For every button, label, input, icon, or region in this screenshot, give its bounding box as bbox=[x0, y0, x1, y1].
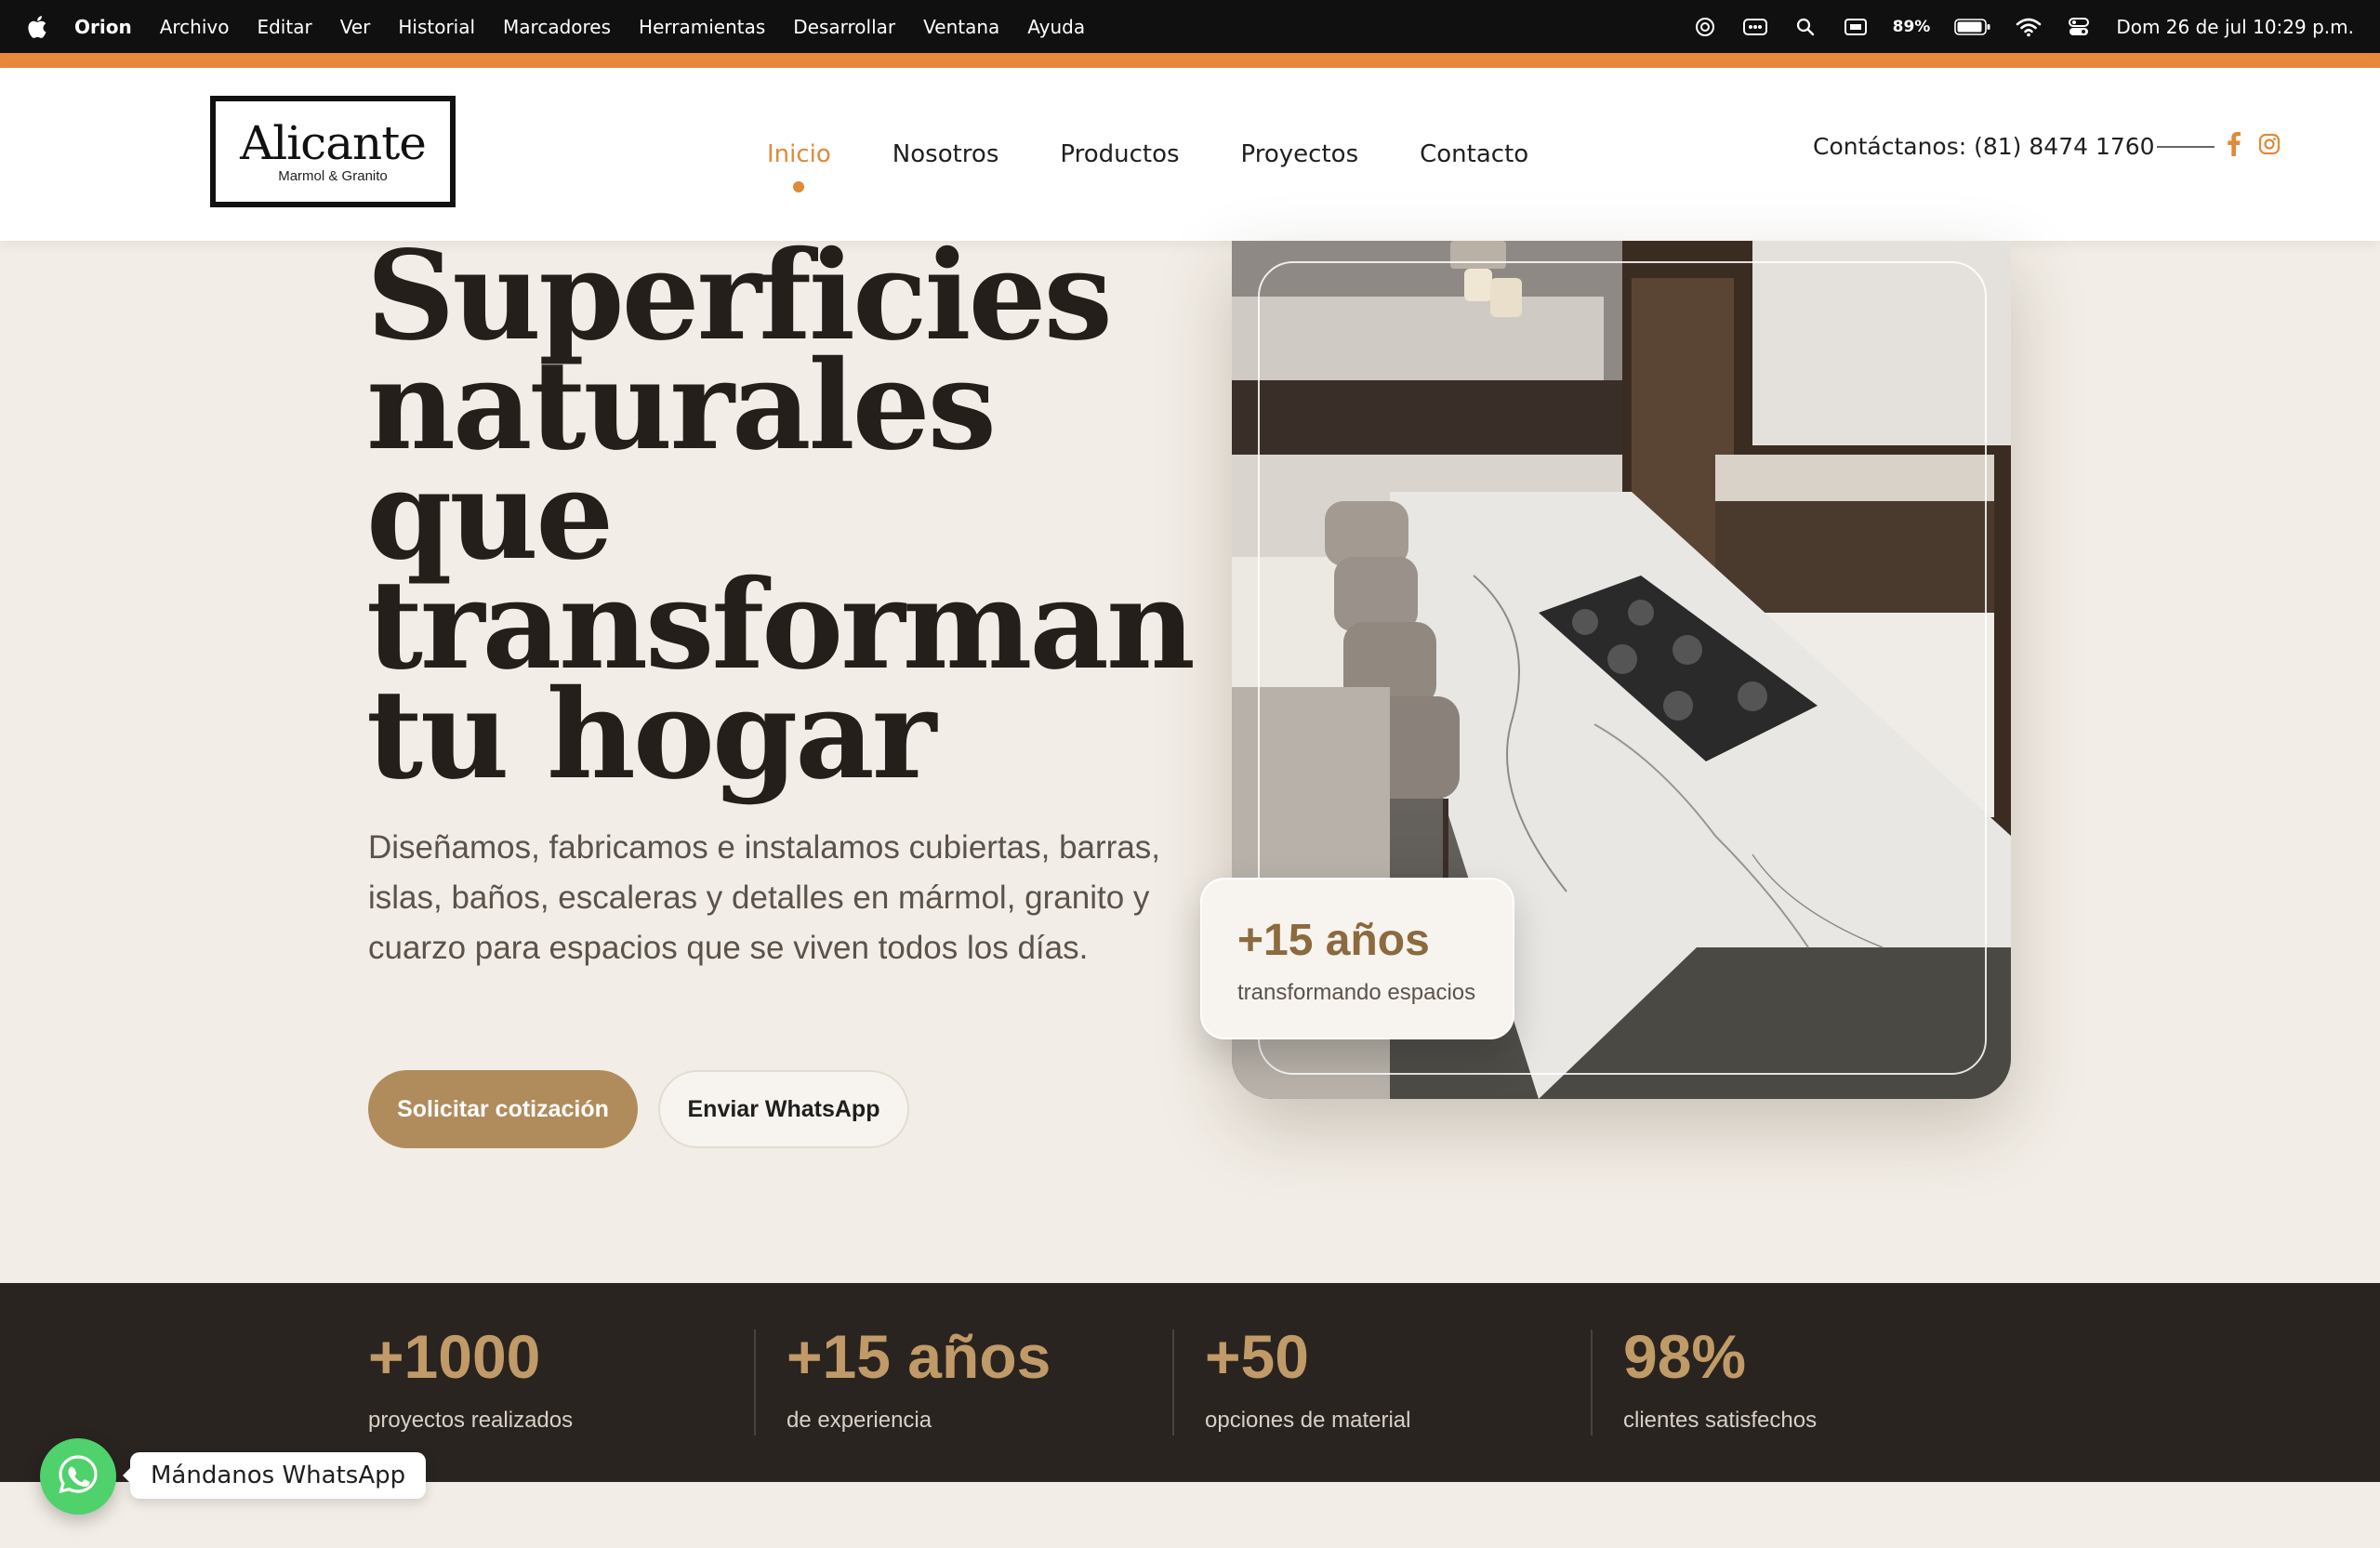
menu-marcadores[interactable]: Marcadores bbox=[503, 16, 611, 38]
badge-label: transformando espacios bbox=[1237, 980, 1476, 1005]
stat-divider bbox=[1172, 1330, 1174, 1436]
nav-inicio-label: Inicio bbox=[767, 140, 831, 168]
stat-experience: +15 años de experiencia bbox=[787, 1326, 1051, 1434]
menu-bar: Orion Archivo Editar Ver Historial Marca… bbox=[0, 0, 2380, 53]
menu-historial[interactable]: Historial bbox=[398, 16, 475, 38]
nav-proyectos[interactable]: Proyectos bbox=[1241, 140, 1359, 168]
stat-divider bbox=[754, 1330, 756, 1436]
contact-phone: Contáctanos: (81) 8474 1760 bbox=[1813, 133, 2155, 160]
wifi-icon[interactable] bbox=[2016, 14, 2042, 40]
menu-archivo[interactable]: Archivo bbox=[160, 16, 230, 38]
request-quote-button[interactable]: Solicitar cotización bbox=[368, 1070, 638, 1148]
hero-description: Diseñamos, fabricamos e instalamos cubie… bbox=[368, 829, 1161, 966]
browser-accent-strip bbox=[0, 53, 2380, 68]
stat-projects: +1000 proyectos realizados bbox=[368, 1326, 573, 1434]
experience-badge: +15 años transformando espacios bbox=[1200, 878, 1514, 1039]
menu-ayuda[interactable]: Ayuda bbox=[1027, 16, 1085, 38]
stat-value: +50 bbox=[1205, 1322, 1309, 1391]
instagram-icon[interactable] bbox=[2257, 130, 2281, 158]
whatsapp-icon bbox=[57, 1453, 99, 1501]
whatsapp-float-button[interactable] bbox=[40, 1438, 116, 1515]
logo-subtitle: Marmol & Granito bbox=[278, 167, 388, 184]
menu-ventana[interactable]: Ventana bbox=[923, 16, 999, 38]
send-whatsapp-button[interactable]: Enviar WhatsApp bbox=[658, 1070, 909, 1148]
nav-contacto[interactable]: Contacto bbox=[1420, 140, 1528, 168]
contact-divider-line bbox=[2156, 145, 2215, 148]
chatgpt-icon[interactable] bbox=[1692, 14, 1718, 40]
nav-productos[interactable]: Productos bbox=[1060, 140, 1179, 168]
control-center-grid-icon[interactable] bbox=[1742, 14, 1768, 40]
nav-nosotros[interactable]: Nosotros bbox=[892, 140, 999, 168]
menu-app-name[interactable]: Orion bbox=[74, 16, 132, 38]
apple-menu-icon[interactable] bbox=[26, 14, 48, 40]
menu-desarrollar[interactable]: Desarrollar bbox=[793, 16, 895, 38]
badge-value: +15 años bbox=[1237, 916, 1430, 965]
header-contact[interactable]: Contáctanos: (81) 8474 1760 bbox=[1813, 133, 2215, 160]
clock[interactable]: Dom 26 de jul 10:29 p.m. bbox=[2116, 16, 2354, 38]
nav-inicio[interactable]: Inicio bbox=[767, 140, 831, 192]
site-header: Alicante Marmol & Granito Inicio Nosotro… bbox=[0, 68, 2380, 241]
active-indicator-dot bbox=[793, 181, 805, 192]
stat-label: proyectos realizados bbox=[368, 1408, 574, 1433]
control-center-icon[interactable] bbox=[2066, 14, 2092, 40]
battery-percentage: 89% bbox=[1892, 17, 1931, 36]
battery-icon[interactable] bbox=[1954, 14, 1991, 40]
menu-editar[interactable]: Editar bbox=[257, 16, 311, 38]
whatsapp-float-label[interactable]: Mándanos WhatsApp bbox=[122, 1452, 427, 1499]
stat-satisfaction: 98% clientes satisfechos bbox=[1623, 1326, 1817, 1434]
stat-value: +15 años bbox=[787, 1322, 1051, 1391]
stat-label: de experiencia bbox=[787, 1408, 932, 1433]
stat-label: opciones de material bbox=[1205, 1408, 1411, 1433]
stat-value: +1000 bbox=[368, 1322, 541, 1391]
menu-herramientas[interactable]: Herramientas bbox=[639, 16, 765, 38]
hero-title: Superficies naturales que transforman tu… bbox=[366, 235, 1203, 797]
logo-name: Alicante bbox=[240, 115, 427, 170]
stat-divider bbox=[1591, 1330, 1593, 1436]
stat-materials: +50 opciones de material bbox=[1205, 1326, 1410, 1434]
stat-label: clientes satisfechos bbox=[1623, 1408, 1818, 1433]
social-links bbox=[2222, 130, 2281, 158]
main-nav: Inicio Nosotros Productos Proyectos Cont… bbox=[767, 68, 1528, 241]
menu-ver[interactable]: Ver bbox=[340, 16, 371, 38]
facebook-icon[interactable] bbox=[2222, 130, 2246, 158]
site-logo[interactable]: Alicante Marmol & Granito bbox=[210, 96, 456, 207]
display-icon[interactable] bbox=[1843, 14, 1869, 40]
stat-value: 98% bbox=[1623, 1322, 1747, 1391]
spotlight-search-icon[interactable] bbox=[1792, 14, 1818, 40]
